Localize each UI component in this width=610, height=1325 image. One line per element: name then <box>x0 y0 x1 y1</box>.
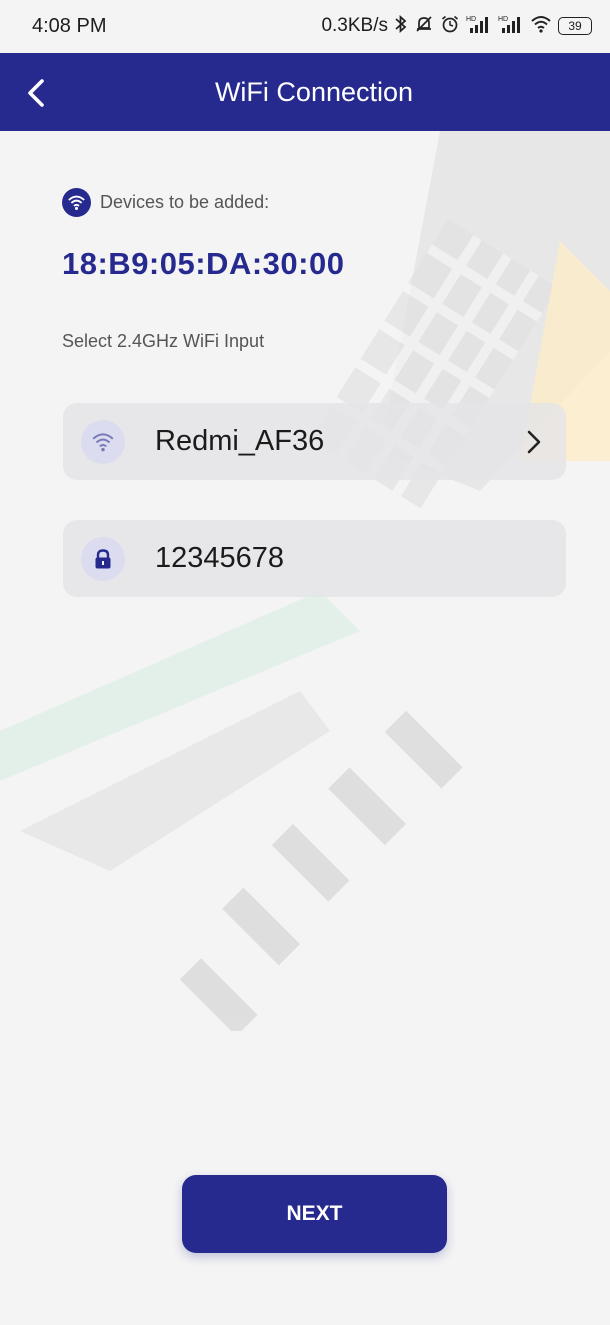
status-bar: 4:08 PM 0.3KB/s HD HD 39 <box>0 0 610 53</box>
next-button[interactable]: NEXT <box>182 1175 447 1253</box>
svg-text:HD: HD <box>466 16 476 23</box>
device-row: Devices to be added: <box>62 188 269 217</box>
wifi-password: 12345678 <box>155 542 285 574</box>
battery-indicator: 39 <box>558 16 592 35</box>
wifi-password-field[interactable]: 12345678 <box>63 520 566 597</box>
wifi-icon <box>81 419 125 464</box>
wifi-icon <box>62 188 91 217</box>
chevron-right-icon <box>527 430 541 454</box>
header-bar: WiFi Connection <box>0 53 610 131</box>
hd-signal-icon: HD <box>498 14 524 37</box>
mute-icon <box>414 14 434 37</box>
bluetooth-icon <box>394 14 408 37</box>
alarm-icon <box>440 14 460 37</box>
wifi-ssid: Redmi_AF36 <box>155 425 325 457</box>
wifi-network-selector[interactable]: Redmi_AF36 <box>63 403 566 480</box>
svg-text:HD: HD <box>498 16 508 23</box>
select-wifi-label: Select 2.4GHz WiFi Input <box>62 331 265 351</box>
lock-icon <box>81 536 125 581</box>
status-icons: 0.3KB/s HD HD 39 <box>321 14 592 37</box>
status-time: 4:08 PM <box>32 15 107 37</box>
device-mac-address: 18:B9:05:DA:30:00 <box>62 246 345 281</box>
devices-label: Devices to be added: <box>100 192 270 212</box>
wifi-icon <box>530 14 552 37</box>
network-speed: 0.3KB/s <box>321 14 388 36</box>
hd-signal-icon: HD <box>466 14 492 37</box>
page-title: WiFi Connection <box>214 77 414 107</box>
